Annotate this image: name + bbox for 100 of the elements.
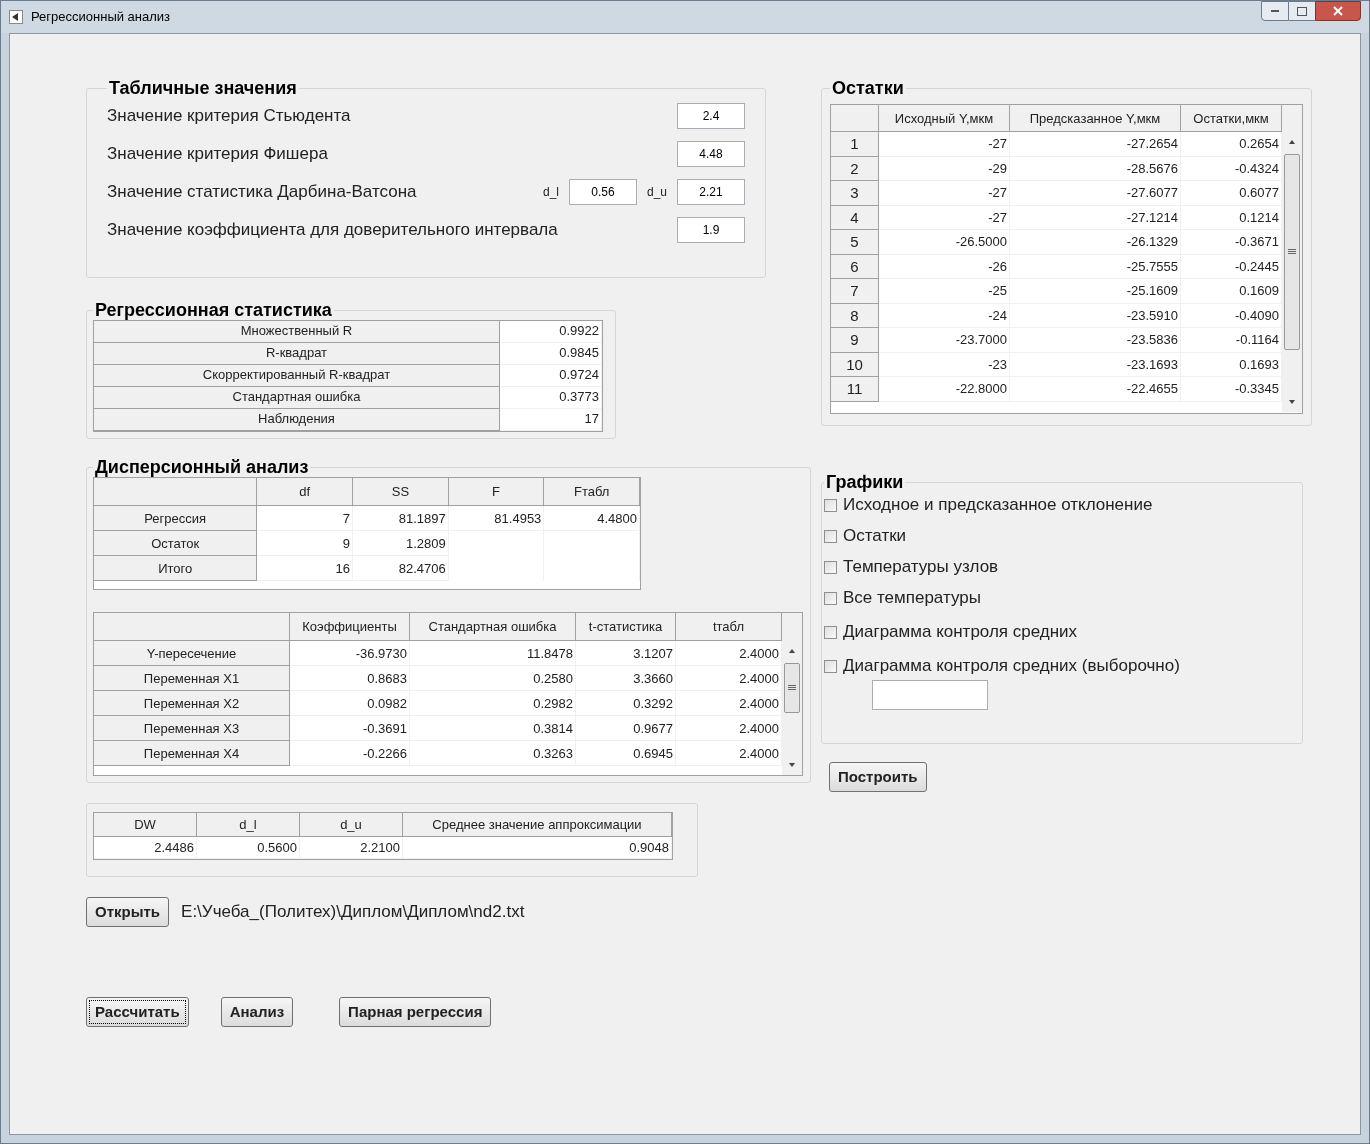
checkbox[interactable] [824, 659, 837, 673]
checkbox-label: Остатки [843, 525, 907, 548]
group-title: Дисперсионный анализ [94, 457, 310, 477]
scrollbar[interactable] [1282, 105, 1302, 412]
file-path: E:\Учеба_(Политех)\Диплом\Диплом\nd2.txt [181, 901, 525, 924]
row-header: 10 [831, 352, 879, 377]
checkbox-label: Исходное и предсказанное отклонение [843, 494, 1153, 517]
scroll-down-icon[interactable] [788, 762, 796, 768]
column-header: F [448, 478, 545, 506]
scrollbar-thumb[interactable] [1284, 154, 1300, 350]
checkbox[interactable] [824, 498, 837, 512]
table-cell: -23 [879, 352, 1010, 377]
table-cell: 0.2580 [410, 666, 576, 691]
row-header: 1 [831, 132, 879, 157]
row-header: 9 [831, 328, 879, 353]
table-cell: 82.4706 [353, 556, 449, 581]
input-field[interactable]: 2.4 [677, 103, 745, 129]
column-header: DW [94, 813, 197, 837]
field-label: Значение статистика Дарбина-Ватсона [107, 181, 417, 204]
table-cell: 0.1693 [1181, 352, 1282, 377]
column-header: t-статистика [576, 613, 676, 641]
row-header: 7 [831, 279, 879, 304]
row-header: Переменная X2 [94, 691, 290, 716]
table-cell: -0.4324 [1181, 156, 1282, 181]
table-cell: 0.0982 [290, 691, 410, 716]
column-header: d_l [197, 813, 300, 837]
row-header: 6 [831, 254, 879, 279]
input-field[interactable]: 4.48 [677, 141, 745, 167]
table-cell: 2.4000 [676, 666, 782, 691]
row-header: 3 [831, 181, 879, 206]
table-cell: 0.3773 [500, 387, 602, 409]
minimize-button[interactable] [1261, 1, 1289, 21]
column-header: tтабл [676, 613, 782, 641]
open-button[interactable]: Открыть [86, 897, 170, 927]
input-field[interactable]: 1.9 [677, 217, 745, 243]
table-cell: -22.8000 [879, 377, 1010, 402]
table-cell: -0.3671 [1181, 230, 1282, 255]
row-header: Множественный R [94, 321, 500, 343]
row-header: 2 [831, 156, 879, 181]
table-cell: 81.4953 [448, 506, 545, 531]
table-cell: 4.4800 [544, 506, 640, 531]
column-header: Остатки,мкм [1181, 105, 1282, 132]
input-field[interactable]: 2.21 [677, 179, 745, 205]
scroll-down-icon[interactable] [1288, 399, 1296, 405]
table-cell: 0.2654 [1181, 132, 1282, 157]
table-cell: -0.3345 [1181, 377, 1282, 402]
table-cell: -25.1609 [1010, 279, 1181, 304]
input-field[interactable]: 0.56 [568, 179, 637, 205]
table-cell: -22.4655 [1010, 377, 1181, 402]
column-header: Предсказанное Y,мкм [1010, 105, 1181, 132]
table-cell: -27 [879, 181, 1010, 206]
table-cell: 7 [257, 506, 354, 531]
table-cell: 0.3263 [410, 741, 576, 766]
column-header: Коэффициенты [290, 613, 410, 641]
table-cell: 3.3660 [576, 666, 676, 691]
maximize-button[interactable] [1289, 1, 1315, 21]
scrollbar-thumb[interactable] [784, 663, 800, 713]
checkbox[interactable] [824, 625, 837, 639]
column-header: Среднее значение аппроксимации [403, 813, 672, 837]
checkbox[interactable] [824, 591, 837, 605]
column-header: SS [353, 478, 449, 506]
table-cell: -27.1214 [1010, 205, 1181, 230]
input-field[interactable] [872, 680, 988, 710]
table-cell: 0.2982 [410, 691, 576, 716]
checkbox[interactable] [824, 529, 837, 543]
field-label: Значение критерия Стьюдента [107, 105, 351, 128]
checkbox-label: Диаграмма контроля средних [843, 621, 1078, 644]
table-cell: -25 [879, 279, 1010, 304]
row-header: 8 [831, 303, 879, 328]
column-header: Исходный Y,мкм [879, 105, 1010, 132]
build-button[interactable]: Построить [829, 762, 927, 792]
table-cell: -23.5910 [1010, 303, 1181, 328]
action-button[interactable]: Рассчитать [86, 997, 189, 1027]
table-cell: 0.3814 [410, 716, 576, 741]
table-cell: 2.2100 [300, 837, 403, 859]
action-button[interactable]: Анализ [220, 997, 294, 1027]
scrollbar[interactable] [782, 613, 802, 775]
table-cell: 2.4486 [94, 837, 197, 859]
minimize-icon [1270, 9, 1280, 13]
row-header: Y-пересечение [94, 641, 290, 666]
field-label: d_u [646, 184, 667, 201]
row-header: Итого [94, 556, 258, 581]
action-button[interactable]: Парная регрессия [339, 997, 492, 1027]
table-cell: 0.9845 [500, 343, 602, 365]
table-cell: 81.1897 [353, 506, 449, 531]
table-cell: 0.9922 [500, 321, 602, 343]
table-cell: 0.8683 [290, 666, 410, 691]
row-header: Переменная X1 [94, 666, 290, 691]
table-cell: -26 [879, 254, 1010, 279]
table-cell: 1.2809 [353, 531, 449, 556]
scroll-up-icon[interactable] [788, 648, 796, 654]
table-cell: -29 [879, 156, 1010, 181]
checkbox-label: Все температуры [843, 587, 981, 610]
scroll-up-icon[interactable] [1288, 139, 1296, 145]
table-cell: 16 [257, 556, 354, 581]
close-button[interactable] [1315, 1, 1361, 21]
table-cell: 17 [500, 409, 602, 431]
checkbox[interactable] [824, 560, 837, 574]
table-cell: 0.6077 [1181, 181, 1282, 206]
maximize-icon [1297, 6, 1307, 16]
